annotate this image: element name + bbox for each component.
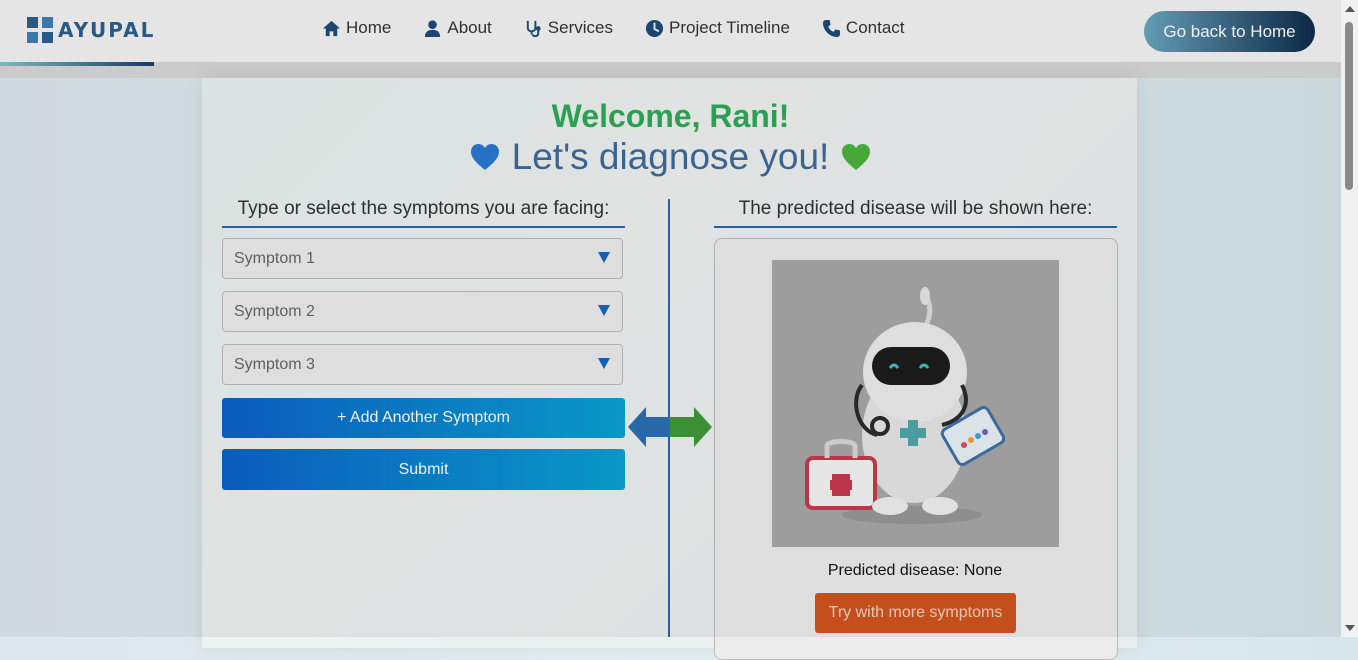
scroll-up-arrow-icon[interactable] (1345, 6, 1355, 12)
try-more-symptoms-button[interactable]: Try with more symptoms (815, 593, 1016, 633)
dropdown-arrow-icon (598, 305, 610, 316)
clock-icon (645, 19, 664, 37)
subtitle-text: Let's diagnose you! (511, 136, 830, 177)
add-symptom-button[interactable]: + Add Another Symptom (222, 398, 625, 438)
brand-name: AYUPAL (58, 18, 156, 42)
symptom-select-2[interactable]: Symptom 2 (222, 291, 623, 332)
scroll-thumb[interactable] (1345, 22, 1353, 190)
predicted-disease-text: Predicted disease: None (827, 562, 1003, 579)
welcome-heading: Welcome, Rani! (551, 98, 790, 134)
symptom-select-3[interactable]: Symptom 3 (222, 344, 623, 385)
top-navbar: AYUPAL Home About Services Project Timel… (0, 0, 1341, 63)
symptom-select-1[interactable]: Symptom 1 (222, 238, 623, 279)
exchange-arrows-icon (628, 407, 712, 447)
doctor-robot-image (772, 260, 1059, 547)
symptom-select-3-placeholder: Symptom 3 (234, 355, 315, 373)
blue-heart-icon (470, 144, 499, 170)
logo-mark-icon (26, 16, 54, 44)
nav-label-contact: Contact (845, 18, 905, 37)
robot-illustration-icon (805, 287, 1006, 524)
prediction-column-title: The predicted disease will be shown here… (714, 198, 1117, 228)
nav-label-about: About (447, 18, 492, 37)
nav-item-services[interactable]: Services (524, 18, 613, 38)
nav-item-contact[interactable]: Contact (822, 18, 905, 38)
home-icon (322, 20, 341, 36)
phone-icon (822, 19, 840, 37)
symptom-select-1-placeholder: Symptom 1 (234, 249, 315, 267)
header-shadow-bar (0, 62, 1341, 78)
submit-button[interactable]: Submit (222, 449, 625, 490)
nav-item-about[interactable]: About (423, 18, 492, 38)
dropdown-arrow-icon (598, 252, 610, 263)
go-back-home-button[interactable]: Go back to Home (1144, 11, 1315, 52)
nav-label-services: Services (547, 18, 613, 37)
dropdown-arrow-icon (598, 358, 610, 369)
header-accent-line (0, 62, 154, 66)
symptom-select-2-placeholder: Symptom 2 (234, 302, 315, 320)
scroll-down-arrow-icon[interactable] (1345, 625, 1355, 631)
main-nav: Home About Services Project Timeline Con… (322, 18, 937, 38)
diagnose-subtitle: Let's diagnose you! (0, 136, 1341, 178)
vertical-scrollbar[interactable] (1341, 0, 1358, 637)
nav-item-project-timeline[interactable]: Project Timeline (645, 18, 790, 38)
stethoscope-icon (526, 20, 541, 37)
brand-logo[interactable]: AYUPAL (26, 16, 155, 44)
nav-item-home[interactable]: Home (322, 18, 391, 38)
symptoms-column-title: Type or select the symptoms you are faci… (222, 198, 625, 228)
user-icon (425, 19, 441, 37)
green-heart-icon (842, 144, 871, 170)
nav-label-project-timeline: Project Timeline (668, 18, 790, 37)
nav-label-home: Home (346, 18, 392, 37)
